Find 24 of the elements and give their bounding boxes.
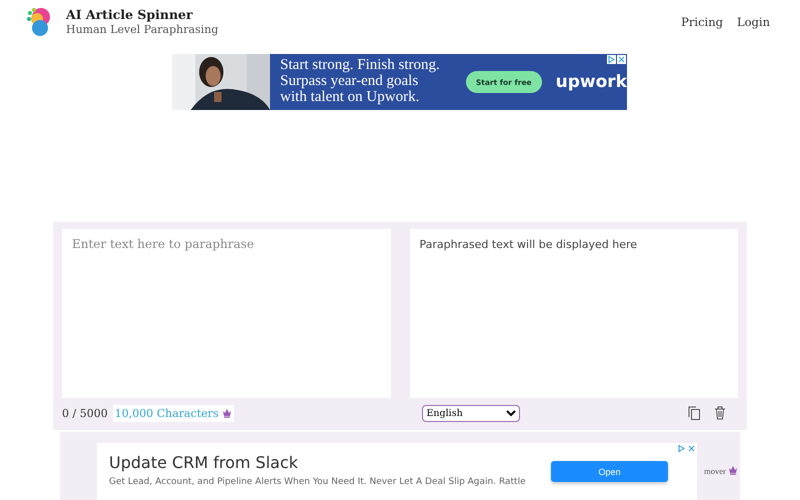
- output-text: Paraphrased text will be displayed here: [410, 229, 738, 398]
- ad-choices-icon[interactable]: [677, 444, 686, 453]
- nav-link[interactable]: Pricing: [681, 15, 723, 29]
- ad-choices-icon[interactable]: [607, 55, 616, 64]
- ad-headline: Start strong. Finish strong.: [280, 58, 441, 74]
- ad-brand: upwork: [556, 72, 627, 92]
- site-title: AI Article Spinner: [66, 7, 194, 23]
- crown-icon: [222, 408, 232, 418]
- ad-title: Update CRM from Slack: [109, 453, 298, 472]
- ad-text: Get Lead, Account, and Pipeline Alerts When You Need It. Never Let A Deal Slip Again. Rattle: [109, 477, 527, 487]
- delete-icon[interactable]: [714, 406, 726, 420]
- nav-link[interactable]: Login: [736, 15, 770, 29]
- crown-icon: [728, 465, 738, 475]
- feature-label: mover: [704, 465, 738, 476]
- ad-banner[interactable]: Update CRM from Slack Get Lead, Account, and Pipeline Alerts When You Need It. Never Let A Deal Slip Again. Rattle Open: [97, 443, 697, 500]
- close-icon[interactable]: [687, 444, 696, 453]
- site-tagline: Human Level Paraphrasing: [66, 22, 218, 37]
- character-counter: 0 / 5000: [62, 406, 108, 420]
- close-icon[interactable]: [617, 55, 626, 64]
- ad-headline: Surpass year-end goals: [280, 74, 420, 90]
- copy-icon[interactable]: [688, 406, 700, 420]
- ad-headline: with talent on Upwork.: [280, 90, 420, 106]
- input-field[interactable]: Enter text here to paraphrase: [62, 229, 390, 398]
- language-select[interactable]: English: [422, 404, 520, 422]
